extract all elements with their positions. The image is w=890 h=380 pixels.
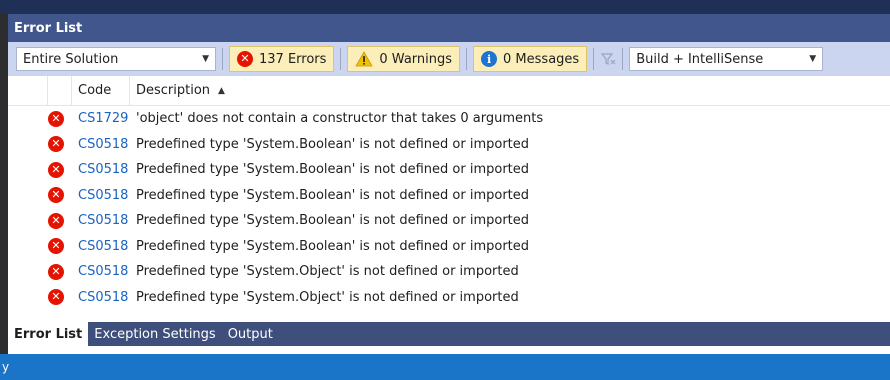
error-description: Predefined type 'System.Object' is not d… [136, 289, 519, 305]
error-code-link[interactable]: CS0518 [72, 290, 130, 305]
clear-filter-icon[interactable] [600, 51, 616, 67]
messages-filter-label: 0 Messages [503, 51, 580, 67]
table-row[interactable]: ✕ CS0518 Predefined type 'System.Boolean… [8, 208, 890, 234]
error-list-panel: Error List Entire Solution ▼ ✕ 137 Error… [8, 14, 890, 354]
error-icon: ✕ [48, 238, 64, 255]
table-row[interactable]: ✕ CS0518 Predefined type 'System.Object'… [8, 259, 890, 285]
scope-dropdown-value: Entire Solution [23, 51, 119, 67]
error-code-link[interactable]: CS0518 [72, 239, 130, 254]
window-top-strip [0, 0, 890, 14]
table-row[interactable]: ✕ CS1729 'object' does not contain a con… [8, 106, 890, 132]
error-code-link[interactable]: CS0518 [72, 162, 130, 177]
error-code-link[interactable]: CS0518 [72, 188, 130, 203]
error-icon: ✕ [48, 136, 64, 153]
error-code-link[interactable]: CS0518 [72, 264, 130, 279]
table-row[interactable]: ✕ CS0518 Predefined type 'System.Boolean… [8, 183, 890, 209]
error-description: Predefined type 'System.Boolean' is not … [136, 238, 530, 254]
error-rows: ✕ CS1729 'object' does not contain a con… [8, 106, 890, 310]
table-row[interactable]: ✕ CS0518 Predefined type 'System.Boolean… [8, 132, 890, 158]
column-header-description-label: Description [136, 83, 211, 98]
error-code-link[interactable]: CS0518 [72, 213, 130, 228]
toolbar-separator [340, 48, 342, 70]
panel-title: Error List [14, 20, 83, 36]
toolbar-separator [466, 48, 468, 70]
error-icon: ✕ [48, 110, 64, 127]
error-icon: ✕ [48, 212, 64, 229]
error-code-link[interactable]: CS0518 [72, 137, 130, 152]
warning-icon [355, 51, 374, 67]
status-text: y [2, 360, 10, 374]
chevron-down-icon: ▼ [809, 54, 817, 64]
error-description: Predefined type 'System.Boolean' is not … [136, 213, 530, 229]
error-description: Predefined type 'System.Object' is not d… [136, 264, 519, 280]
error-icon: ✕ [48, 187, 64, 204]
warnings-filter-label: 0 Warnings [379, 51, 453, 67]
tab-exception-settings[interactable]: Exception Settings [88, 322, 222, 346]
tab-strip-fill [278, 322, 890, 346]
table-row[interactable]: ✕ CS0518 Predefined type 'System.Boolean… [8, 234, 890, 260]
messages-filter-button[interactable]: i 0 Messages [473, 46, 588, 72]
scope-dropdown[interactable]: Entire Solution ▼ [16, 47, 216, 71]
error-code-link[interactable]: CS1729 [72, 111, 130, 126]
errors-filter-button[interactable]: ✕ 137 Errors [229, 46, 335, 72]
column-header-row: Code Description ▲ [8, 75, 890, 106]
chevron-down-icon: ▼ [202, 54, 209, 64]
table-row[interactable]: ✕ CS0518 Predefined type 'System.Boolean… [8, 157, 890, 183]
tab-error-list[interactable]: Error List [8, 322, 89, 346]
toolbar-separator [222, 48, 223, 70]
error-description: Predefined type 'System.Boolean' is not … [136, 136, 530, 152]
error-icon: ✕ [48, 161, 64, 178]
column-header-description[interactable]: Description ▲ [130, 76, 890, 106]
panel-tab-strip: Error List Exception Settings Output [8, 322, 890, 346]
info-icon: i [481, 51, 498, 67]
toolbar-separator [622, 48, 624, 70]
column-header-blank [8, 75, 48, 106]
column-header-code-label: Code [78, 83, 112, 98]
sort-ascending-icon: ▲ [218, 85, 225, 96]
toolbar-separator [593, 48, 595, 70]
error-icon: ✕ [48, 289, 64, 306]
error-description: 'object' does not contain a constructor … [136, 111, 544, 127]
errors-filter-label: 137 Errors [259, 51, 327, 67]
error-list-toolbar: Entire Solution ▼ ✕ 137 Errors 0 Warning… [8, 42, 890, 76]
error-description: Predefined type 'System.Boolean' is not … [136, 162, 530, 178]
source-dropdown-value: Build + IntelliSense [636, 51, 764, 67]
error-description: Predefined type 'System.Boolean' is not … [136, 187, 530, 203]
column-header-severity[interactable] [48, 75, 72, 106]
error-icon: ✕ [48, 263, 64, 280]
tab-output[interactable]: Output [221, 322, 279, 346]
source-dropdown[interactable]: Build + IntelliSense ▼ [629, 47, 824, 71]
column-header-code[interactable]: Code [72, 75, 130, 106]
warnings-filter-button[interactable]: 0 Warnings [347, 46, 461, 72]
status-bar: y [0, 354, 890, 380]
error-icon: ✕ [237, 51, 253, 67]
table-row[interactable]: ✕ CS0518 Predefined type 'System.Object'… [8, 285, 890, 311]
panel-title-bar[interactable]: Error List [8, 14, 890, 42]
